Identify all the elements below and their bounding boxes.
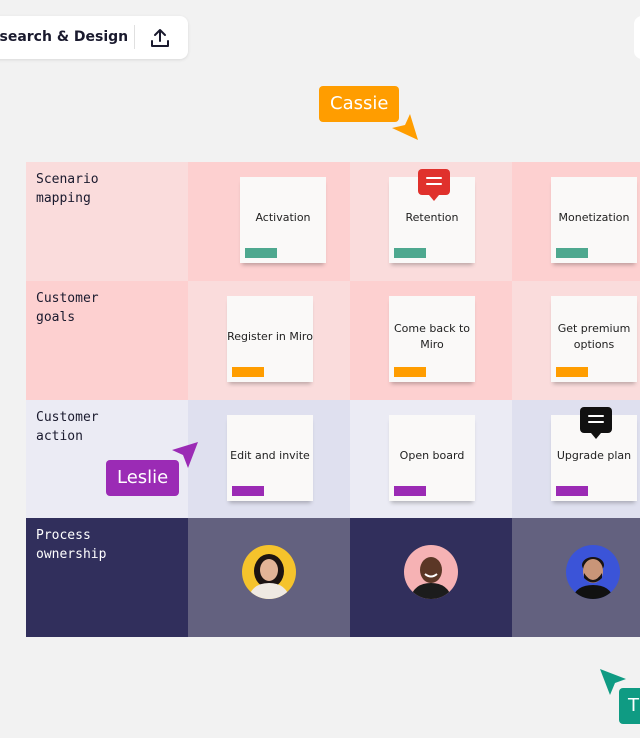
sticky-text: Upgrade plan	[556, 449, 632, 462]
sticky-tag	[232, 367, 264, 377]
comment-icon[interactable]	[580, 407, 612, 439]
sticky-tag	[245, 248, 277, 258]
sticky-text: Retention	[405, 211, 459, 224]
sticky-note-monetization[interactable]: Monetization	[551, 177, 637, 263]
sticky-note-open-board[interactable]: Open board	[389, 415, 475, 501]
board-toolbar: esearch & Design	[0, 16, 188, 59]
sticky-text: Open board	[399, 449, 465, 462]
sticky-tag	[556, 367, 588, 377]
sticky-note-activation[interactable]: Activation	[240, 177, 326, 263]
sticky-tag	[232, 486, 264, 496]
sticky-text: Monetization	[558, 211, 630, 224]
cursor-arrow-cassie-icon	[392, 114, 418, 140]
sticky-text: Activation	[255, 211, 311, 224]
sticky-text: Edit and invite	[230, 449, 310, 462]
cursor-label-leslie: Leslie	[106, 460, 180, 496]
sticky-tag	[394, 248, 426, 258]
avatar-man-bald[interactable]	[404, 545, 458, 599]
row-label-cell: Customer goals	[26, 281, 188, 400]
comment-icon[interactable]	[418, 169, 450, 201]
row-label-cell: Scenario mapping	[26, 162, 188, 281]
avatar-man-beard[interactable]	[566, 545, 620, 599]
right-toolbar[interactable]	[634, 16, 640, 59]
sticky-text: Get premium options	[557, 322, 631, 351]
sticky-note-come-back[interactable]: Come back to Miro	[389, 296, 475, 382]
sticky-note-premium[interactable]: Get premium options	[551, 296, 637, 382]
sticky-tag	[556, 248, 588, 258]
sticky-note-edit-invite[interactable]: Edit and invite	[227, 415, 313, 501]
board-title[interactable]: esearch & Design	[0, 29, 128, 45]
sticky-text: Come back to Miro	[393, 322, 471, 351]
sticky-text: Register in Miro	[227, 330, 313, 343]
row-label: Process ownership	[36, 528, 107, 562]
row-label-cell: Customer action	[26, 400, 188, 518]
row-label: Scenario mapping	[36, 172, 99, 206]
row-label: Customer action	[36, 410, 99, 444]
row-label-cell: Process ownership	[26, 518, 188, 637]
sticky-tag	[556, 486, 588, 496]
sticky-note-register[interactable]: Register in Miro	[227, 296, 313, 382]
sticky-tag	[394, 367, 426, 377]
sticky-tag	[394, 486, 426, 496]
customer-journey-board: Scenario mapping Customer goals Customer…	[26, 162, 640, 637]
toolbar-divider	[134, 25, 135, 49]
row-label: Customer goals	[36, 291, 99, 325]
avatar-woman[interactable]	[242, 545, 296, 599]
upload-icon[interactable]	[148, 26, 172, 50]
cursor-label-third: T	[619, 688, 640, 724]
